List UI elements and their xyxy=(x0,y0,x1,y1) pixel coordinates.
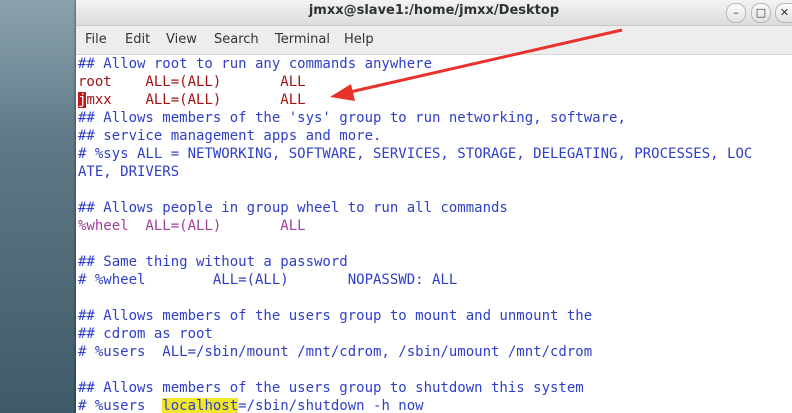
menu-file[interactable]: File xyxy=(85,32,107,47)
terminal-line: ## Allows people in group wheel to run a… xyxy=(78,200,508,216)
terminal-line: ## Same thing without a password xyxy=(78,254,348,270)
terminal-line: %wheel ALL=(ALL) ALL xyxy=(78,218,306,234)
menu-terminal[interactable]: Terminal xyxy=(275,32,330,47)
menu-help[interactable]: Help xyxy=(344,32,374,47)
close-icon[interactable]: ✕ xyxy=(775,3,792,23)
terminal-line: # %wheel ALL=(ALL) NOPASSWD: ALL xyxy=(78,272,458,288)
terminal-line: # %users ALL=/sbin/mount /mnt/cdrom, /sb… xyxy=(78,344,593,360)
terminal-line: ## Allows members of the users group to … xyxy=(78,380,584,396)
terminal-line-highlight: # %users localhost=/sbin/shutdown -h now xyxy=(78,397,424,413)
terminal-line-cursor: jmxx ALL=(ALL) ALL xyxy=(78,91,306,109)
search-highlight: localhost xyxy=(162,398,239,413)
window-titlebar[interactable]: jmxx@slave1:/home/jmxx/Desktop – □ ✕ xyxy=(76,0,792,26)
window-title: jmxx@slave1:/home/jmxx/Desktop xyxy=(308,3,560,18)
terminal-line: ## Allows members of the 'sys' group to … xyxy=(78,110,626,126)
terminal-line: root ALL=(ALL) ALL xyxy=(78,74,306,90)
minimize-icon[interactable]: – xyxy=(726,3,746,23)
terminal-line: ## Allow root to run any commands anywhe… xyxy=(78,56,433,72)
terminal-line: ## Allows members of the users group to … xyxy=(78,308,593,324)
desktop-wallpaper-strip xyxy=(0,0,76,413)
menu-view[interactable]: View xyxy=(166,32,197,47)
terminal-line-text: mxx ALL=(ALL) ALL xyxy=(86,92,306,108)
maximize-icon[interactable]: □ xyxy=(751,3,771,23)
menu-search[interactable]: Search xyxy=(214,32,259,47)
terminal-line: ## cdrom as root xyxy=(78,326,213,342)
terminal-window: jmxx@slave1:/home/jmxx/Desktop – □ ✕ Fil… xyxy=(76,0,792,413)
menu-edit[interactable]: Edit xyxy=(125,32,150,47)
terminal-line: # %sys ALL = NETWORKING, SOFTWARE, SERVI… xyxy=(78,146,753,162)
terminal-text-area[interactable]: ## Allow root to run any commands anywhe… xyxy=(76,55,792,413)
terminal-line: ## service management apps and more. xyxy=(78,128,382,144)
terminal-line-text: =/sbin/shutdown -h now xyxy=(238,398,424,413)
menu-bar: File Edit View Search Terminal Help xyxy=(76,26,792,55)
terminal-line: ATE, DRIVERS xyxy=(78,164,180,180)
terminal-line-text: # %users xyxy=(78,398,163,413)
